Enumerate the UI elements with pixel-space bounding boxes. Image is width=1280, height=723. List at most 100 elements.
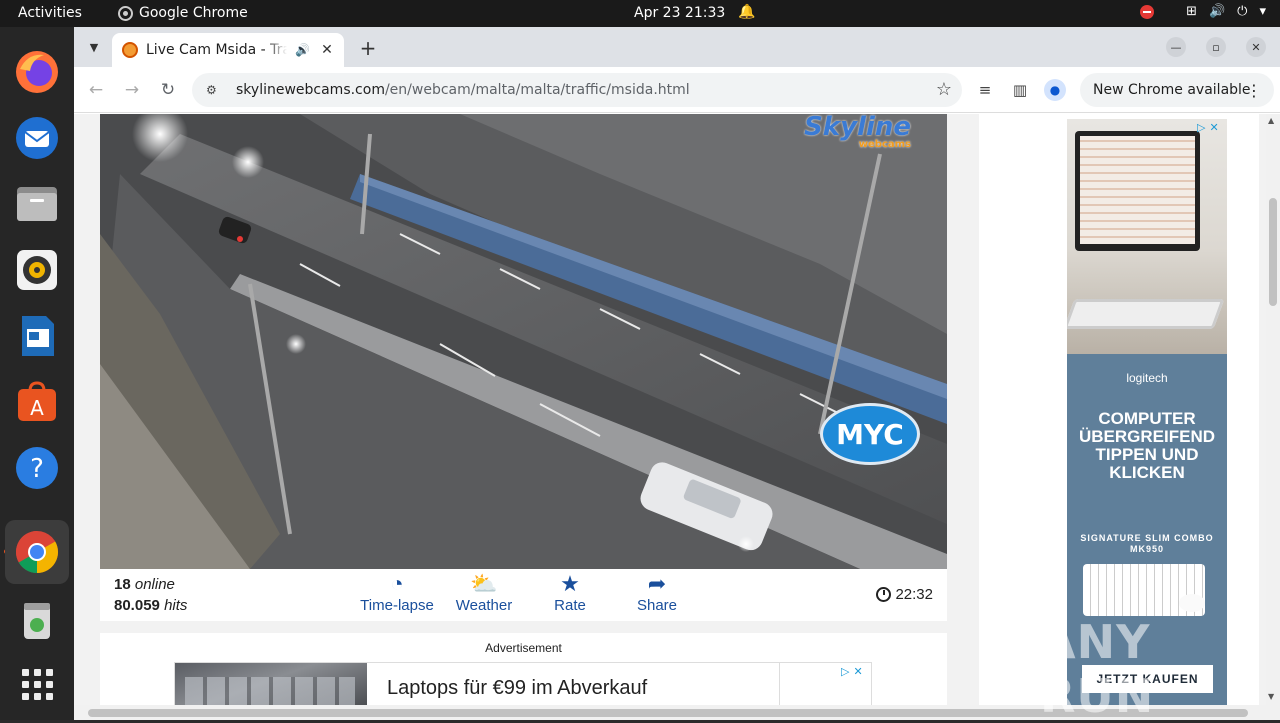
ad-keyboard-image bbox=[1067, 299, 1225, 329]
tab-strip: ▼ Live Cam Msida - Traffic 🔊 ✕ + — ▫ ✕ bbox=[74, 27, 1280, 67]
ad-banner-text: Laptops für €99 im Abverkauf bbox=[387, 677, 648, 699]
notification-bell-icon: 🔔 bbox=[738, 4, 756, 20]
ad-subline: SIGNATURE SLIM COMBO MK950 bbox=[1080, 533, 1214, 554]
side-panel-icon[interactable]: ▥ bbox=[1009, 79, 1031, 101]
dock-software[interactable]: A bbox=[13, 378, 61, 426]
address-bar[interactable]: ⚙ skylinewebcams.com/en/webcam/malta/mal… bbox=[192, 73, 962, 107]
app-menu[interactable]: Google Chrome bbox=[118, 5, 248, 21]
rate-button[interactable]: ★ Rate bbox=[530, 571, 610, 614]
tray-menu-chevron-icon: ▾ bbox=[1259, 4, 1266, 19]
minimize-button[interactable]: — bbox=[1166, 37, 1186, 57]
audio-playing-icon[interactable]: 🔊 bbox=[295, 43, 310, 57]
profile-avatar-icon[interactable]: ● bbox=[1044, 79, 1066, 101]
power-icon: ⏻ bbox=[1237, 4, 1248, 19]
network-icon: ⊞ bbox=[1186, 4, 1197, 19]
webcam-info-bar: 18 online 80.059 hits ◔ Time-lapse ⛅ Wea… bbox=[100, 569, 947, 621]
arrow-left-icon: ← bbox=[88, 80, 104, 100]
tab-title: Live Cam Msida - Traffic bbox=[146, 42, 288, 58]
sidebar-ad-close-icon[interactable]: ✕ bbox=[1209, 121, 1218, 135]
reload-button[interactable]: ↻ bbox=[156, 78, 180, 102]
trash-icon bbox=[24, 603, 50, 639]
browser-toolbar: ← → ↻ ⚙ skylinewebcams.com/en/webcam/mal… bbox=[74, 67, 1280, 113]
back-button[interactable]: ← bbox=[84, 78, 108, 102]
dock-thunderbird[interactable] bbox=[13, 114, 61, 162]
weather-icon: ⛅ bbox=[470, 571, 498, 596]
dock-trash[interactable] bbox=[13, 596, 61, 644]
writer-icon bbox=[22, 316, 54, 356]
dock-files[interactable] bbox=[13, 180, 61, 228]
new-tab-button[interactable]: + bbox=[356, 36, 380, 60]
arrow-right-icon: → bbox=[124, 80, 140, 100]
more-menu-icon[interactable]: ⋮ bbox=[1246, 81, 1262, 100]
firefox-icon bbox=[16, 51, 58, 93]
system-top-bar: Activities Google Chrome Apr 23 21:33 🔔 … bbox=[0, 0, 1280, 27]
rhythmbox-icon bbox=[17, 250, 57, 290]
maximize-button[interactable]: ▫ bbox=[1206, 37, 1226, 57]
clock-icon bbox=[876, 587, 892, 602]
media-controls-icon[interactable]: ≡ bbox=[974, 79, 996, 101]
reload-icon: ↻ bbox=[160, 80, 176, 100]
dock-firefox[interactable] bbox=[13, 48, 61, 96]
anyrun-watermark: ANY RUN bbox=[1040, 615, 1155, 723]
play-triangle-icon: ▷ bbox=[841, 665, 850, 678]
online-count: 18 bbox=[114, 576, 131, 593]
dock-chrome[interactable] bbox=[5, 520, 69, 584]
software-store-icon: A bbox=[18, 381, 56, 421]
plus-icon: + bbox=[359, 36, 377, 60]
main-column: Skyline webcams MYC 18 online 80.059 hit… bbox=[74, 114, 974, 720]
ad-brand: logitech bbox=[1126, 371, 1168, 385]
dock-help[interactable]: ? bbox=[13, 444, 61, 492]
hits-label: hits bbox=[164, 597, 188, 614]
close-window-button[interactable]: ✕ bbox=[1246, 37, 1266, 57]
share-button[interactable]: ➦ Share bbox=[617, 571, 697, 614]
close-icon: ✕ bbox=[1251, 40, 1261, 54]
webcam-player[interactable]: Skyline webcams MYC bbox=[100, 114, 947, 569]
weather-button[interactable]: ⛅ Weather bbox=[444, 571, 524, 614]
skyline-watermark-text: Skyline bbox=[804, 114, 911, 142]
help-icon: ? bbox=[16, 447, 58, 489]
close-tab-icon[interactable]: ✕ bbox=[318, 42, 336, 58]
system-tray[interactable]: ⊞ 🔊 ⏻ ▾ bbox=[1140, 4, 1266, 19]
share-arrow-icon: ➦ bbox=[647, 571, 667, 596]
app-menu-label: Google Chrome bbox=[139, 5, 248, 21]
volume-icon: 🔊 bbox=[1208, 4, 1226, 19]
timelapse-button[interactable]: ◔ Time-lapse bbox=[357, 571, 437, 614]
chrome-icon bbox=[15, 531, 59, 573]
rate-label: Rate bbox=[554, 597, 586, 614]
dock-rhythmbox[interactable] bbox=[13, 246, 61, 294]
ad-monitor-image bbox=[1075, 131, 1200, 251]
chrome-small-icon bbox=[118, 5, 133, 21]
dock-writer[interactable] bbox=[13, 312, 61, 360]
activities-button[interactable]: Activities bbox=[18, 5, 82, 21]
star-icon: ★ bbox=[560, 571, 580, 596]
local-time-value: 22:32 bbox=[895, 586, 933, 603]
tab-active[interactable]: Live Cam Msida - Traffic 🔊 ✕ bbox=[112, 33, 344, 67]
hits-stat: 80.059 hits bbox=[114, 597, 187, 614]
weather-label: Weather bbox=[455, 597, 513, 614]
sidebar-play-triangle-icon: ▷ bbox=[1197, 121, 1206, 134]
bookmark-star-icon[interactable]: ☆ bbox=[936, 79, 952, 100]
update-chrome-label: New Chrome available bbox=[1093, 82, 1251, 98]
scroll-up-icon[interactable]: ▲ bbox=[1268, 116, 1274, 125]
recording-indicator-icon[interactable] bbox=[1140, 4, 1155, 19]
minimize-icon: — bbox=[1170, 40, 1182, 54]
dock-show-apps[interactable] bbox=[13, 660, 61, 708]
vertical-scroll-thumb[interactable] bbox=[1269, 198, 1277, 306]
files-icon bbox=[17, 187, 57, 221]
chevron-down-icon: ▼ bbox=[89, 40, 99, 54]
clock[interactable]: Apr 23 21:33 bbox=[634, 5, 725, 21]
forward-button[interactable]: → bbox=[120, 78, 144, 102]
site-info-icon[interactable]: ⚙ bbox=[206, 83, 222, 97]
adchoices-icon[interactable]: ▷ ✕ bbox=[841, 665, 871, 679]
dock: A ? bbox=[0, 27, 74, 720]
webcam-image bbox=[100, 114, 947, 569]
svg-text:?: ? bbox=[30, 454, 44, 484]
url-path: /en/webcam/malta/malta/traffic/msida.htm… bbox=[384, 82, 690, 98]
ad-desk-photo bbox=[1067, 119, 1227, 354]
ad-close-icon[interactable]: ✕ bbox=[853, 665, 862, 679]
tab-search-button[interactable]: ▼ bbox=[82, 35, 106, 59]
local-time: 22:32 bbox=[876, 586, 933, 603]
sidebar-adchoices-icon[interactable]: ▷ ✕ bbox=[1197, 121, 1227, 135]
update-chrome-button[interactable]: New Chrome available ⋮ bbox=[1080, 73, 1274, 107]
hits-count: 80.059 bbox=[114, 597, 160, 614]
